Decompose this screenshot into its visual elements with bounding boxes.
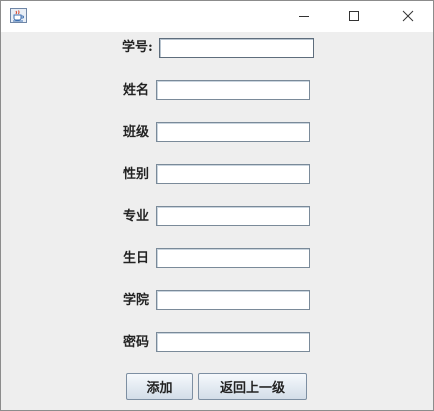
college-label: 学院 (123, 293, 150, 308)
close-button[interactable] (385, 1, 431, 32)
close-icon (402, 7, 414, 26)
birthday-label: 生日 (123, 251, 150, 266)
minimize-icon (298, 7, 310, 26)
app-window: 学号: 姓名 班级 性别 专业 生日 学院 密码 添加 返回上一级 (0, 0, 434, 411)
password-field[interactable] (156, 332, 310, 352)
title-bar[interactable] (1, 1, 433, 32)
class-label: 班级 (123, 125, 150, 140)
gender-label: 性别 (123, 167, 150, 182)
name-field[interactable] (156, 80, 310, 100)
major-field[interactable] (156, 206, 310, 226)
maximize-button[interactable] (331, 1, 377, 32)
back-button[interactable]: 返回上一级 (198, 373, 307, 400)
student-id-label: 学号: (122, 40, 153, 55)
maximize-icon (348, 7, 360, 26)
minimize-button[interactable] (281, 1, 327, 32)
password-label: 密码 (123, 335, 150, 350)
java-cup-icon[interactable] (10, 8, 27, 23)
birthday-field[interactable] (156, 248, 310, 268)
class-field[interactable] (156, 122, 310, 142)
form-panel: 学号: 姓名 班级 性别 专业 生日 学院 密码 添加 返回上一级 (1, 32, 433, 410)
name-label: 姓名 (123, 83, 150, 98)
student-id-field[interactable] (159, 38, 314, 58)
add-button[interactable]: 添加 (126, 373, 193, 400)
college-field[interactable] (156, 290, 310, 310)
gender-field[interactable] (156, 164, 310, 184)
major-label: 专业 (123, 209, 150, 224)
